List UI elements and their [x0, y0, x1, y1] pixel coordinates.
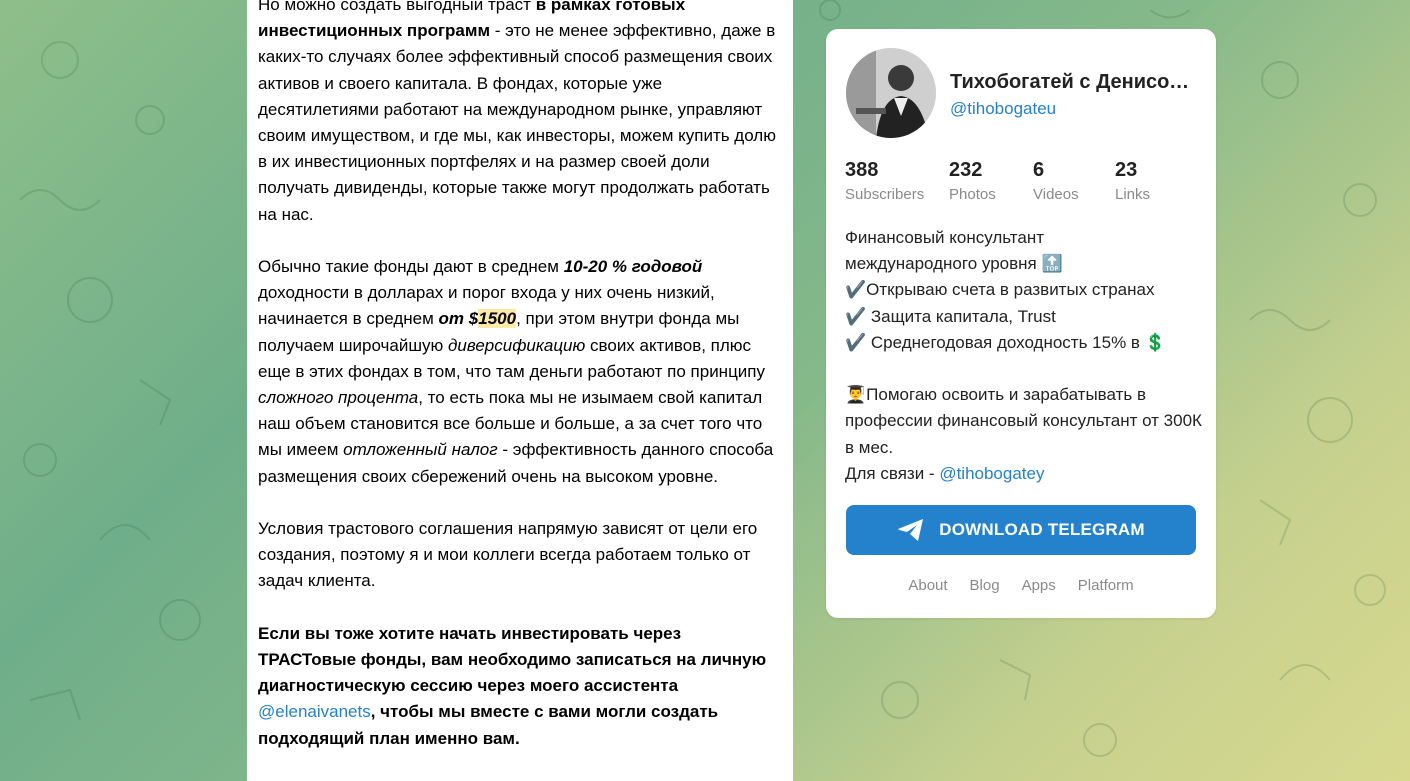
desc-spacer: [845, 356, 1205, 382]
post-paragraph-3: Условия трастового соглашения напрямую з…: [258, 519, 758, 591]
avatar: [846, 48, 936, 138]
text-span: Обычно такие фонды дают в среднем: [258, 257, 564, 277]
contact-link[interactable]: @tihobogatey: [939, 464, 1044, 483]
assistant-link[interactable]: @elenaivanets: [258, 702, 371, 721]
stat-label: Videos: [1033, 186, 1079, 203]
highlighted-span: 1500: [478, 309, 517, 329]
desc-line: Финансовый консультант: [845, 228, 1045, 247]
post-paragraph-4: Если вы тоже хотите начать инвестировать…: [258, 621, 783, 752]
stat-label: Photos: [949, 186, 996, 203]
check-icon: ✔️: [845, 306, 867, 327]
footer-link-apps[interactable]: Apps: [1022, 577, 1056, 594]
footer-link-about[interactable]: About: [908, 577, 947, 594]
text-span: - это не менее эффективно, даже в каких-…: [258, 21, 776, 224]
stat-videos: 6 Videos: [1033, 159, 1091, 203]
desc-text: международного уровня: [845, 254, 1042, 274]
telegram-plane-icon: [898, 519, 924, 541]
stat-photos: 232 Photos: [949, 159, 1009, 203]
top-icon: 🔝: [1041, 254, 1063, 275]
stat-subscribers: 388 Subscribers: [845, 159, 925, 203]
dollar-icon: 💲: [1144, 332, 1166, 353]
desc-line: международного уровня 🔝: [845, 251, 1205, 277]
stat-label: Links: [1115, 186, 1151, 203]
italic-span: диверсификацию: [447, 335, 586, 355]
desc-line: ✔️Открываю счета в развитых странах: [845, 277, 1205, 303]
desc-text: Помогаю освоить и зарабатывать в професс…: [845, 385, 1202, 457]
stat-number: 6: [1033, 159, 1045, 181]
footer-links: About Blog Apps Platform: [826, 577, 1216, 594]
graduate-icon: 👨‍🎓: [845, 385, 867, 406]
bold-italic-span: 10-20 % годовой: [563, 257, 703, 277]
post-text: Но можно создать выгодный траст в рамках…: [258, 0, 783, 778]
stat-label: Subscribers: [845, 186, 925, 203]
download-label: DOWNLOAD TELEGRAM: [939, 520, 1145, 539]
desc-line: 👨‍🎓Помогаю освоить и зарабатывать в проф…: [845, 382, 1205, 461]
channel-description: Финансовый консультант международного ур…: [845, 225, 1205, 487]
footer-link-platform[interactable]: Platform: [1078, 577, 1134, 594]
italic-span: отложенный налог: [343, 440, 498, 460]
post-message: Но можно создать выгодный траст в рамках…: [247, 0, 793, 781]
desc-line: Для связи - @tihobogatey: [845, 461, 1205, 487]
desc-line: ✔️ Среднегодовая доходность 15% в 💲: [845, 330, 1205, 356]
bold-span: Если вы тоже хотите начать инвестировать…: [258, 623, 767, 696]
bold-italic-span: от $: [438, 309, 479, 329]
stat-number: 23: [1115, 159, 1138, 181]
download-telegram-button[interactable]: DOWNLOAD TELEGRAM: [846, 505, 1196, 555]
channel-title: Тихобогатей с Денисом …: [950, 71, 1200, 93]
desc-text: Среднегодовая доходность 15% в: [866, 332, 1145, 352]
stat-number: 388: [845, 159, 879, 181]
post-paragraph-1: Но можно создать выгодный траст в рамках…: [258, 0, 783, 228]
stat-number: 232: [949, 159, 983, 181]
desc-text: Открываю счета в развитых странах: [866, 280, 1155, 300]
check-icon: ✔️: [845, 280, 867, 301]
italic-span: сложного процента: [258, 388, 419, 408]
post-paragraph-2: Обычно такие фонды дают в среднем 10-20 …: [258, 254, 783, 490]
footer-link-blog[interactable]: Blog: [970, 577, 1000, 594]
text-span: Но можно создать выгодный траст: [258, 0, 536, 14]
desc-text: Для связи -: [845, 463, 940, 483]
channel-stats: 388 Subscribers 232 Photos 6 Videos 23 L…: [845, 159, 1199, 203]
channel-username[interactable]: @tihobogateu: [950, 99, 1056, 119]
check-icon: ✔️: [845, 332, 867, 353]
desc-line: ✔️ Защита капитала, Trust: [845, 304, 1205, 330]
stat-links: 23 Links: [1115, 159, 1175, 203]
desc-text: Защита капитала, Trust: [866, 306, 1056, 326]
channel-info-card: Тихобогатей с Денисом … @tihobogateu 388…: [826, 29, 1216, 618]
